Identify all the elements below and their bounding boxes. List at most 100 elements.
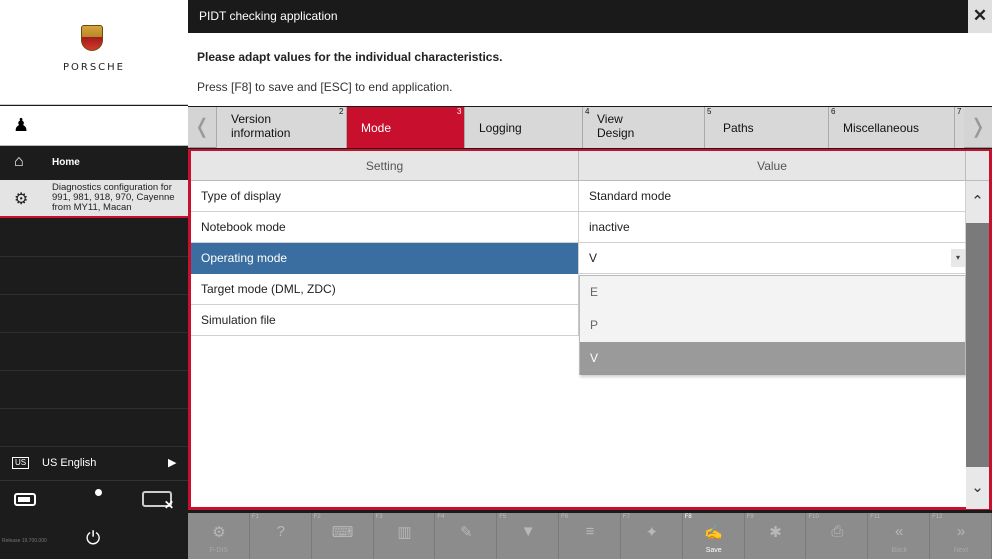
fkey-number: F10 xyxy=(808,514,819,520)
fkey-f3-button[interactable]: F3 ▥ xyxy=(374,513,436,559)
sidebar-item-diagnostics[interactable]: ⚙ Diagnostics configuration for 991, 981… xyxy=(0,180,188,218)
chevron-up-icon[interactable]: ⌃ xyxy=(966,181,989,223)
chevron-down-icon[interactable]: ⌄ xyxy=(966,467,989,509)
list-icon: ≡ xyxy=(585,523,595,540)
sidebar-empty-row xyxy=(0,334,188,371)
fkey-label: Back xyxy=(891,547,907,554)
fkey-f11-button[interactable]: F11 « Back xyxy=(868,513,931,559)
chevron-right-icon: ▶ xyxy=(168,457,177,469)
title-bar: PIDT checking application ✕ xyxy=(188,0,992,33)
value-cell: inactive xyxy=(579,212,966,243)
tab-more[interactable]: 7 xyxy=(954,107,964,148)
table-row[interactable]: Notebook mode inactive xyxy=(191,212,966,243)
keyboard-icon: ⌨ xyxy=(331,524,354,541)
sidebar-empty-row xyxy=(0,372,188,409)
fkey-f5-button[interactable]: F5 ▼ xyxy=(497,513,560,559)
fkey-f9-button[interactable]: F9 ✱ xyxy=(745,513,807,559)
close-button[interactable]: ✕ xyxy=(968,0,992,33)
value-cell: Standard mode xyxy=(579,181,966,212)
fkey-number: F8 xyxy=(684,514,692,520)
fkey-f10-button[interactable]: F10 ⎙ xyxy=(806,513,869,559)
window-title: PIDT checking application xyxy=(199,9,338,23)
status-row: ✕ xyxy=(0,480,188,518)
column-header-value: Value xyxy=(579,151,966,181)
table-row-selected[interactable]: Operating mode V ▾ xyxy=(191,243,966,274)
tab-miscellaneous[interactable]: 6 Miscellaneous xyxy=(828,107,954,148)
gear-car-icon: ⚙ xyxy=(212,524,226,541)
fkey-f8-button[interactable]: F8 ✍ Save xyxy=(683,513,745,559)
fkey-number: F6 xyxy=(561,514,569,520)
fkey-f4-button[interactable]: F4 ✎ xyxy=(435,513,498,559)
fkey-f12-button[interactable]: F12 » Next xyxy=(930,513,992,559)
setting-cell: Type of display xyxy=(191,181,579,212)
battery-icon xyxy=(14,493,36,506)
fkey-f7-button[interactable]: F7 ✦ xyxy=(621,513,683,559)
tab-paths[interactable]: 5 Paths xyxy=(704,107,828,148)
tab-number: 6 xyxy=(831,107,836,116)
sidebar-item-label: Diagnostics configuration for 991, 981, … xyxy=(52,182,175,213)
app-root: PORSCHE ♟ ⌂ Home ⚙ Diagnostics configura… xyxy=(0,0,992,559)
fkey-number: F2 xyxy=(313,514,321,520)
fkey-f6-button[interactable]: F6 ≡ xyxy=(559,513,621,559)
settings-panel: Setting Value Type of display Standard m… xyxy=(188,149,992,510)
tab-view-design[interactable]: 4 View Design xyxy=(582,107,704,148)
tools-icon: ✦ xyxy=(645,524,659,541)
settings-icon: ✱ xyxy=(769,524,782,541)
operating-mode-select[interactable]: V xyxy=(579,243,966,274)
tab-logging[interactable]: Logging xyxy=(464,107,582,148)
sidebar-empty-row xyxy=(0,410,188,447)
user-row[interactable]: ♟ xyxy=(0,106,188,146)
edit-icon: ✎ xyxy=(460,524,473,541)
info-icon[interactable] xyxy=(95,489,102,496)
fkey-number: F12 xyxy=(932,514,943,520)
tab-label: Paths xyxy=(723,121,754,135)
tab-bar: ❬ 2 Version information 3 Mode Logging 4… xyxy=(188,107,992,148)
dropdown-option-p[interactable]: P xyxy=(580,309,965,342)
setting-cell: Notebook mode xyxy=(191,212,579,243)
power-icon[interactable]: ⏻ xyxy=(86,528,100,549)
fkey-main-button[interactable]: ⚙ F-DIS xyxy=(188,513,250,559)
sidebar-empty-row xyxy=(0,258,188,295)
instruction-heading: Please adapt values for the individual c… xyxy=(197,50,503,64)
sidebar-item-home[interactable]: ⌂ Home xyxy=(0,147,188,179)
scrollbar-cap xyxy=(966,151,989,181)
tab-number: 7 xyxy=(957,107,962,116)
fkey-number: F4 xyxy=(437,514,445,520)
chevron-down-icon[interactable]: ▾ xyxy=(951,249,965,267)
print-icon: ⎙ xyxy=(831,523,844,540)
fkey-f2-button[interactable]: F2 ⌨ xyxy=(312,513,374,559)
table-row[interactable]: Type of display Standard mode xyxy=(191,181,966,212)
vertical-scrollbar[interactable]: ⌃ ⌄ xyxy=(966,181,989,509)
release-label: Release 19.700.000 xyxy=(2,538,47,544)
dropdown-option-e[interactable]: E xyxy=(580,276,965,309)
fkey-number: F11 xyxy=(870,514,881,520)
sidebar: PORSCHE ♟ ⌂ Home ⚙ Diagnostics configura… xyxy=(0,0,188,559)
fkey-label: Next xyxy=(953,547,969,554)
tab-version-information[interactable]: 2 Version information xyxy=(216,107,346,148)
fkey-number: F1 xyxy=(251,514,259,520)
tab-mode[interactable]: 3 Mode xyxy=(346,107,464,148)
save-icon: ✍ xyxy=(704,524,724,541)
language-selector[interactable]: US US English ▶ xyxy=(0,448,188,478)
fkey-number: F5 xyxy=(499,514,507,520)
sidebar-empty-row xyxy=(0,296,188,333)
tab-number: 2 xyxy=(339,107,344,116)
tab-label: Mode xyxy=(361,121,392,135)
fkey-label: Save xyxy=(705,547,722,554)
fkey-number: F3 xyxy=(375,514,383,520)
fkey-f1-button[interactable]: F1? xyxy=(250,513,312,559)
tab-scroll-left-icon[interactable]: ❬ xyxy=(188,107,216,148)
fkey-number: F7 xyxy=(622,514,630,520)
power-row: Release 19.700.000 ⏻ xyxy=(0,519,188,559)
brand-wordmark: PORSCHE xyxy=(62,62,126,73)
function-key-bar: ⚙ F-DIS F1? F2 ⌨ F3 ▥ F4 ✎ F5 ▼ F6 ≡ F7 ✦ F8 ✍ Save F9 ✱ F10… xyxy=(188,513,992,559)
dropdown-option-v[interactable]: V xyxy=(580,342,965,375)
sidebar-empty-row xyxy=(0,220,188,257)
back-icon: « xyxy=(895,523,904,540)
home-icon: ⌂ xyxy=(14,153,24,170)
tab-scroll-right-icon[interactable]: ❭ xyxy=(964,107,992,148)
setting-cell: Operating mode xyxy=(191,243,579,274)
column-header-setting: Setting xyxy=(191,151,579,181)
instructions-panel: Please adapt values for the individual c… xyxy=(188,33,992,106)
chart-icon: ▥ xyxy=(397,524,412,541)
